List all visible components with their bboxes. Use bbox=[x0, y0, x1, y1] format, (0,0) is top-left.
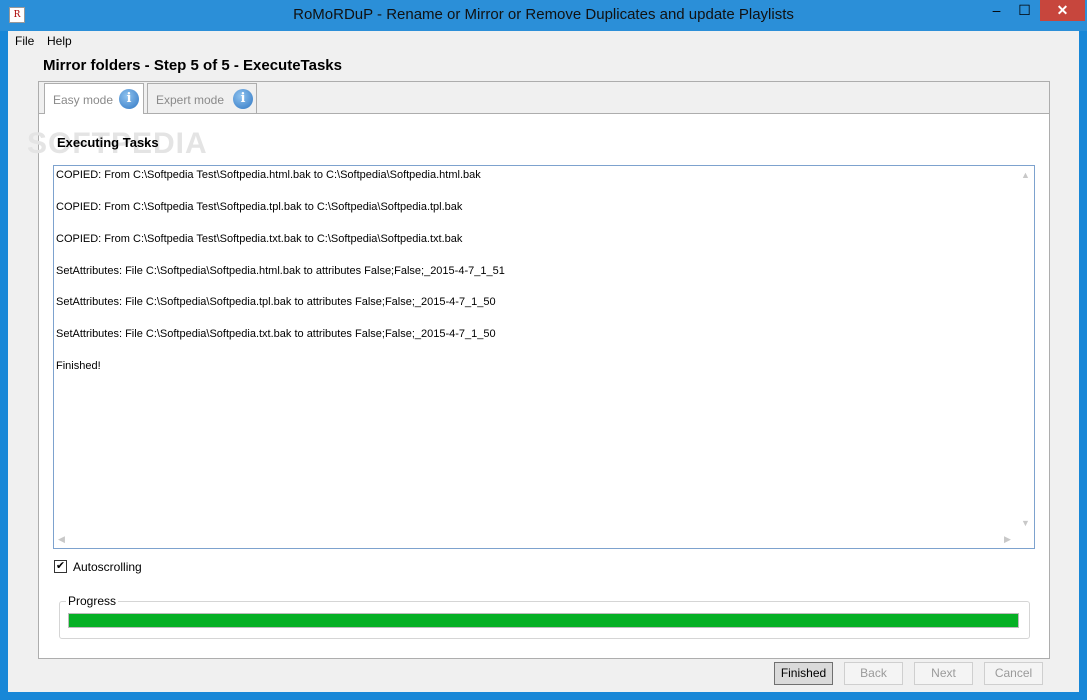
progress-label: Progress bbox=[66, 594, 119, 608]
progress-group: Progress bbox=[59, 594, 1030, 639]
cancel-button[interactable]: Cancel bbox=[984, 662, 1043, 685]
scroll-right-icon[interactable]: ▶ bbox=[1004, 534, 1011, 545]
tab-easy-mode-label: Easy mode bbox=[53, 93, 114, 107]
info-icon[interactable]: i bbox=[233, 89, 253, 109]
log-line: SetAttributes: File C:\Softpedia\Softped… bbox=[56, 328, 496, 340]
log-line: Finished! bbox=[56, 360, 101, 372]
app-window: R RoMoRDuP - Rename or Mirror or Remove … bbox=[0, 0, 1087, 700]
tab-expert-mode[interactable]: Expert mode i bbox=[147, 83, 257, 113]
next-button[interactable]: Next bbox=[914, 662, 973, 685]
horizontal-scrollbar[interactable]: ◀ ▶ bbox=[54, 531, 1017, 548]
log-line: COPIED: From C:\Softpedia Test\Softpedia… bbox=[56, 233, 463, 245]
scroll-down-icon[interactable]: ▼ bbox=[1021, 518, 1030, 528]
close-button[interactable]: ✕ bbox=[1040, 0, 1085, 21]
log-line: COPIED: From C:\Softpedia Test\Softpedia… bbox=[56, 169, 481, 181]
section-title: Executing Tasks bbox=[57, 135, 159, 150]
window-title: RoMoRDuP - Rename or Mirror or Remove Du… bbox=[293, 6, 794, 23]
task-log[interactable]: COPIED: From C:\Softpedia Test\Softpedia… bbox=[53, 165, 1035, 549]
log-line: COPIED: From C:\Softpedia Test\Softpedia… bbox=[56, 201, 463, 213]
progress-fill bbox=[69, 614, 1018, 627]
finished-button[interactable]: Finished bbox=[774, 662, 833, 685]
client-area: File Help Mirror folders - Step 5 of 5 -… bbox=[8, 31, 1079, 692]
autoscroll-label: Autoscrolling bbox=[73, 560, 142, 574]
menu-help[interactable]: Help bbox=[47, 34, 72, 48]
scroll-left-icon[interactable]: ◀ bbox=[58, 534, 65, 545]
vertical-scrollbar[interactable]: ▲ ▼ bbox=[1017, 166, 1034, 532]
log-line: SetAttributes: File C:\Softpedia\Softped… bbox=[56, 296, 496, 308]
minimize-button[interactable]: – bbox=[983, 0, 1010, 21]
tab-strip: Easy mode i Expert mode i bbox=[39, 82, 1049, 114]
scroll-up-icon[interactable]: ▲ bbox=[1021, 170, 1030, 180]
log-line: SetAttributes: File C:\Softpedia\Softped… bbox=[56, 265, 505, 277]
tab-easy-mode[interactable]: Easy mode i bbox=[44, 83, 144, 114]
menu-bar: File Help bbox=[8, 31, 1079, 51]
progress-bar bbox=[68, 613, 1019, 628]
tab-expert-mode-label: Expert mode bbox=[156, 93, 225, 107]
back-button[interactable]: Back bbox=[844, 662, 903, 685]
title-bar: R RoMoRDuP - Rename or Mirror or Remove … bbox=[0, 0, 1087, 31]
autoscroll-checkbox[interactable]: ✔ bbox=[54, 560, 67, 573]
menu-file[interactable]: File bbox=[15, 34, 34, 48]
maximize-button[interactable]: ☐ bbox=[1011, 0, 1038, 21]
info-icon[interactable]: i bbox=[119, 89, 139, 109]
page-title: Mirror folders - Step 5 of 5 - ExecuteTa… bbox=[43, 57, 342, 74]
wizard-panel: Easy mode i Expert mode i SOFTPEDIA Exec… bbox=[27, 81, 1050, 659]
